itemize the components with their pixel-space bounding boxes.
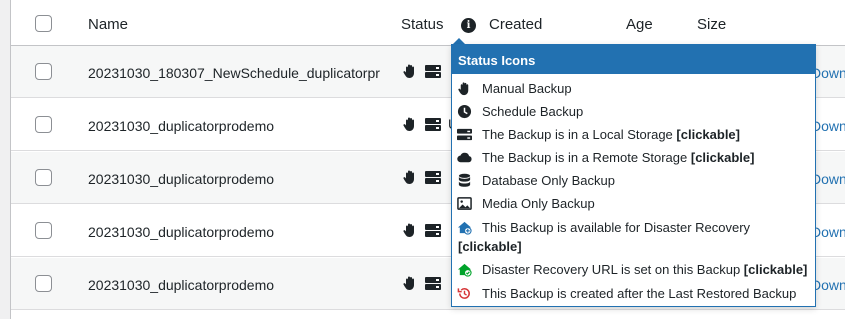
server-icon[interactable] xyxy=(425,277,441,290)
status-icons-popup: Status Icons Manual Backup Schedule Back… xyxy=(451,44,816,307)
backup-name: 20231030_duplicatorprodemo xyxy=(88,277,275,293)
popup-item-label: Manual Backup xyxy=(482,81,572,96)
server-icon xyxy=(457,128,472,141)
hand-icon xyxy=(458,82,469,96)
column-created[interactable]: Created xyxy=(489,16,542,33)
download-link[interactable]: Down xyxy=(811,171,845,187)
popup-item-label: The Backup is in a Local Storage xyxy=(482,127,673,142)
clickable-tag: [clickable] xyxy=(458,239,522,254)
server-icon[interactable] xyxy=(425,171,441,184)
clickable-tag: [clickable] xyxy=(690,150,755,165)
backup-name: 20231030_duplicatorprodemo xyxy=(88,171,275,187)
column-status: Status xyxy=(401,16,444,33)
hand-icon xyxy=(403,276,414,290)
row-checkbox[interactable] xyxy=(35,275,52,292)
info-icon[interactable]: i xyxy=(461,18,476,33)
popup-item-label: This Backup is available for Disaster Re… xyxy=(482,220,751,235)
popup-item-label: The Backup is in a Remote Storage xyxy=(482,150,688,165)
row-checkbox[interactable] xyxy=(35,63,52,80)
download-link[interactable]: Down xyxy=(811,65,845,81)
column-size[interactable]: Size xyxy=(697,16,726,33)
image-icon xyxy=(457,197,472,210)
backup-name: 20231030_180307_NewSchedule_duplicatorpr xyxy=(88,65,380,81)
popup-item-label: Schedule Backup xyxy=(482,104,584,119)
server-icon[interactable] xyxy=(425,65,441,78)
popup-item-label: Media Only Backup xyxy=(482,196,595,211)
backup-name: 20231030_duplicatorprodemo xyxy=(88,118,275,134)
hand-icon xyxy=(403,64,414,78)
hand-icon xyxy=(403,170,414,184)
cloud-icon xyxy=(457,152,472,163)
server-icon[interactable] xyxy=(425,118,441,131)
hand-icon xyxy=(403,117,414,131)
clock-icon xyxy=(457,104,472,119)
popup-title: Status Icons xyxy=(452,45,815,74)
backup-name: 20231030_duplicatorprodemo xyxy=(88,224,275,240)
popup-item-label: This Backup is created after the Last Re… xyxy=(482,286,797,301)
row-checkbox[interactable] xyxy=(35,116,52,133)
house-blue-icon xyxy=(457,221,472,235)
server-icon[interactable] xyxy=(425,224,441,237)
database-icon xyxy=(458,173,471,187)
clickable-tag: [clickable] xyxy=(743,262,808,277)
download-link[interactable]: Down xyxy=(811,118,845,134)
download-link[interactable]: Down xyxy=(811,224,845,240)
table-header: Name Status i Created Age Size xyxy=(11,0,845,46)
clickable-tag: [clickable] xyxy=(676,127,740,142)
popup-item-label: Database Only Backup xyxy=(482,173,615,188)
select-all-checkbox[interactable] xyxy=(35,15,52,32)
row-checkbox[interactable] xyxy=(35,222,52,239)
house-green-icon xyxy=(457,263,472,277)
column-age: Age xyxy=(626,16,653,33)
download-link[interactable]: Down xyxy=(811,277,845,293)
row-checkbox[interactable] xyxy=(35,169,52,186)
popup-item-label: Disaster Recovery URL is set on this Bac… xyxy=(482,262,741,277)
hand-icon xyxy=(403,223,414,237)
history-icon xyxy=(457,288,470,299)
column-name[interactable]: Name xyxy=(88,16,128,33)
